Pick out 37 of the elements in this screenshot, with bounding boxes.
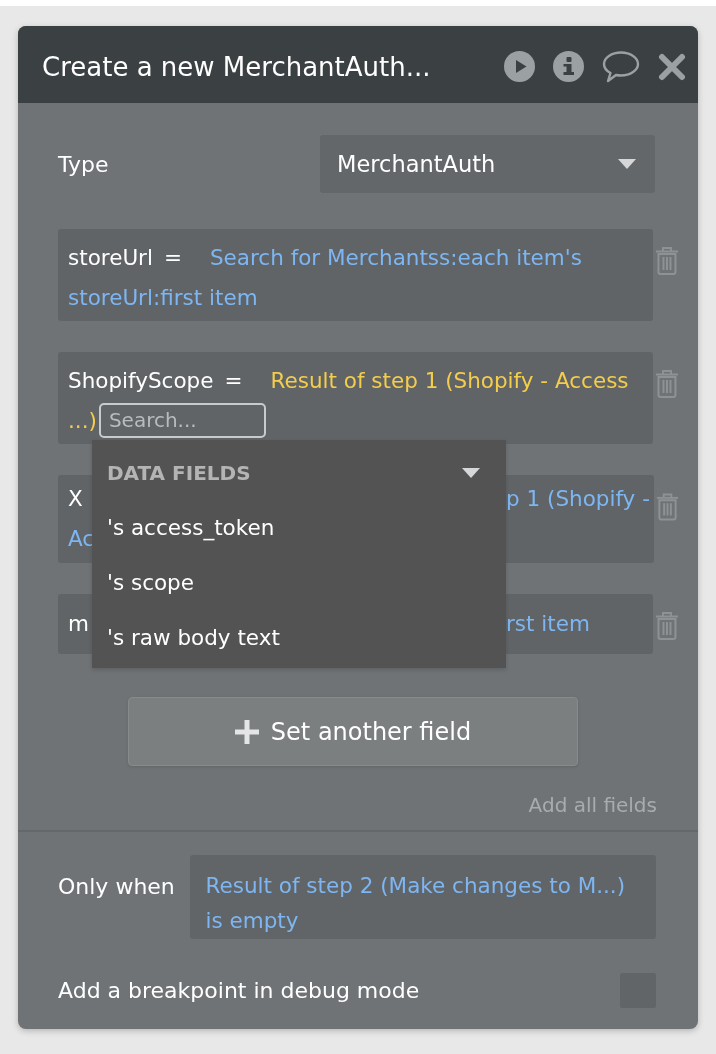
equals-sign: = xyxy=(224,368,243,393)
field-name: X xyxy=(68,485,83,513)
field-expression: Ac xyxy=(68,525,95,553)
close-icon[interactable] xyxy=(658,52,686,81)
section-header: DATA FIELDS xyxy=(107,461,251,485)
trash-icon[interactable] xyxy=(655,369,679,398)
search-field[interactable]: Search... xyxy=(98,402,266,438)
field-name: m xyxy=(68,610,89,638)
trash-icon[interactable] xyxy=(655,246,679,275)
type-label: Type xyxy=(58,151,110,177)
set-another-field-button[interactable]: Set another field xyxy=(128,697,578,766)
field-name: ShopifyScope xyxy=(68,368,214,393)
trash-icon[interactable] xyxy=(656,492,679,521)
play-icon[interactable] xyxy=(504,51,535,82)
breakpoint-label: Add a breakpoint in debug mode xyxy=(58,978,420,1003)
menu-item[interactable]: 's access_token xyxy=(92,500,506,555)
field-expression: rst item xyxy=(506,610,590,638)
field-row[interactable]: storeUrl = Search for Merchantss:each item's storeUrl:first item xyxy=(58,229,654,321)
caret-icon xyxy=(618,159,636,169)
caret-icon xyxy=(462,468,480,478)
field-expression: ...) xyxy=(68,408,97,433)
field-expression: Search for Merchantss:each item's xyxy=(209,245,582,270)
dialog-title: Create a new MerchantAuth... xyxy=(42,51,431,82)
field-expression: storeUrl:first item xyxy=(68,285,258,310)
trash-icon[interactable] xyxy=(655,611,679,640)
field-expression: Result of step 1 (Shopify - Access xyxy=(270,368,629,393)
equals-sign: = xyxy=(163,245,182,270)
condition-label: Only when xyxy=(58,874,176,900)
speech-bubble-icon[interactable] xyxy=(602,50,640,83)
menu-item[interactable]: 's scope xyxy=(92,555,506,610)
field-name: storeUrl xyxy=(68,245,153,270)
field-expression: p 1 (Shopify - xyxy=(506,485,650,513)
type-dropdown[interactable]: MerchantAuth xyxy=(320,135,655,193)
info-icon[interactable] xyxy=(553,51,584,82)
plus-icon xyxy=(234,719,259,744)
field-row[interactable]: ShopifyScope = Result of step 1 (Shopify - Access ...) Search... xyxy=(58,352,654,444)
menu-item[interactable]: 's raw body text xyxy=(92,610,506,665)
